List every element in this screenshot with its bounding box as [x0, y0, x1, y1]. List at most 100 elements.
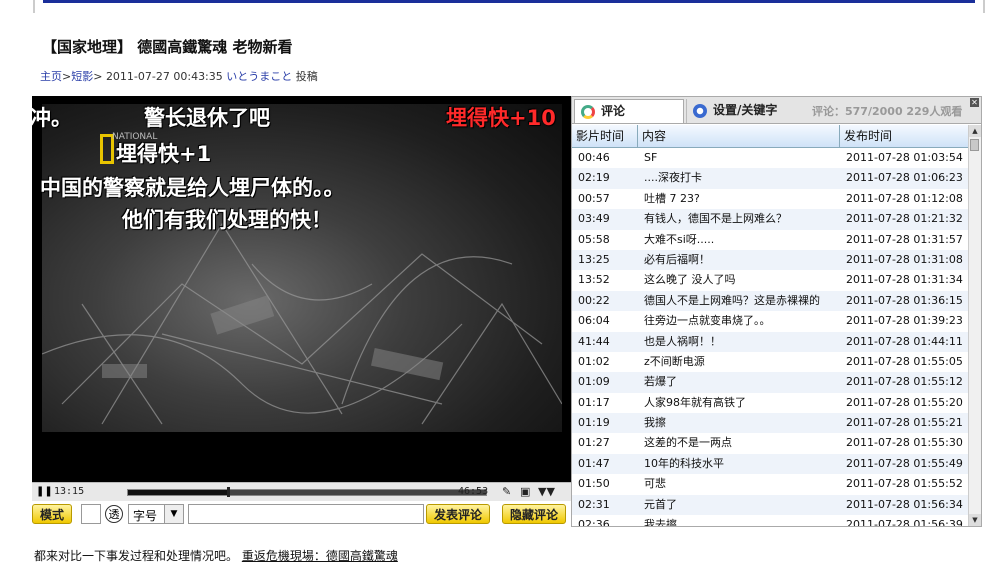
comment-row[interactable]: 00:46 SF 2011-07-28 01:03:54: [572, 148, 969, 168]
comment-row[interactable]: 05:58 大难不si呀..... 2011-07-28 01:31:57: [572, 230, 969, 250]
tab-settings-label: 设置/关键字: [713, 103, 778, 117]
comment-video-time: 00:57: [578, 191, 610, 205]
page-title: 【国家地理】 德國高鐵驚魂 老物新看: [42, 38, 293, 56]
author-link[interactable]: いとうまこと: [226, 70, 292, 83]
comment-content: SF: [644, 151, 658, 164]
transparency-toggle[interactable]: 透: [105, 505, 123, 523]
scroll-thumb[interactable]: [970, 139, 979, 151]
mode-button[interactable]: 模式: [32, 504, 73, 524]
comment-post-time: 2011-07-28 01:55:49: [846, 456, 963, 470]
comment-content: 也是人祸啊！！: [644, 334, 721, 348]
comment-content: 若爆了: [644, 375, 677, 389]
comment-post-time: 2011-07-28 01:31:57: [846, 232, 963, 246]
send-comment-button[interactable]: 发表评论: [426, 504, 491, 524]
comment-video-time: 01:27: [578, 436, 610, 450]
video-player[interactable]: NATIONAL 冲。 警长退休了吧 埋得快+10 埋得快+1 中国的警察就是给…: [32, 96, 572, 500]
comment-content: 必有后福啊！: [644, 252, 710, 266]
breadcrumb-category[interactable]: 短影: [71, 70, 93, 83]
tab-settings[interactable]: 设置/关键字: [686, 99, 804, 123]
comment-row[interactable]: 01:27 这差的不是一两点 2011-07-28 01:55:30: [572, 433, 969, 453]
volume-icon[interactable]: ▼▼: [538, 485, 555, 498]
comment-content: 可悲: [644, 477, 666, 491]
breadcrumb-home[interactable]: 主页: [40, 70, 62, 83]
comment-row[interactable]: 13:25 必有后福啊！ 2011-07-28 01:31:08: [572, 249, 969, 271]
font-size-select[interactable]: 字号 ▼: [128, 504, 184, 524]
tab-comments[interactable]: 评论: [574, 99, 684, 123]
comment-video-time: 05:58: [578, 232, 610, 246]
breadcrumb-separator: >: [93, 70, 103, 83]
hide-comments-button[interactable]: 隐藏评论: [502, 504, 567, 524]
comment-row[interactable]: 01:47 10年的科技水平 2011-07-28 01:55:49: [572, 453, 969, 475]
fullscreen-icon[interactable]: ▣: [520, 485, 530, 498]
comment-row[interactable]: 41:44 也是人祸啊！！ 2011-07-28 01:44:11: [572, 331, 969, 352]
comment-list: 00:46 SF 2011-07-28 01:03:54 02:19 ....深夜打卡 2…: [572, 148, 969, 527]
comment-video-time: 01:02: [578, 354, 610, 368]
comment-post-time: 2011-07-28 01:44:11: [846, 334, 963, 348]
comment-video-time: 01:19: [578, 416, 610, 430]
comment-text-input[interactable]: [188, 504, 424, 524]
comment-row[interactable]: 01:02 z不间断电源 2011-07-28 01:55:05: [572, 352, 969, 372]
comment-post-time: 2011-07-28 01:06:23: [846, 171, 963, 185]
comment-content: 我去擦: [644, 518, 677, 527]
chevron-down-icon[interactable]: ▼: [164, 505, 183, 523]
comment-row[interactable]: 02:19 ....深夜打卡 2011-07-28 01:06:23: [572, 168, 969, 189]
comment-content: 往旁边一点就变串烧了。。: [644, 314, 771, 328]
comment-scrollbar[interactable]: ▲ ▼: [968, 125, 981, 526]
post-time: 2011-07-27 00:43:35: [105, 70, 223, 83]
comment-post-time: 2011-07-28 01:55:52: [846, 477, 963, 491]
comment-content: ....深夜打卡: [644, 171, 702, 185]
seek-bar[interactable]: [127, 487, 487, 497]
comment-content: 元首了: [644, 497, 677, 511]
description-text: 都来对比一下事发过程和处理情况吧。: [34, 549, 242, 563]
comment-post-time: 2011-07-28 01:55:21: [846, 416, 963, 430]
comment-video-time: 13:25: [578, 252, 610, 266]
comment-row[interactable]: 01:50 可悲 2011-07-28 01:55:52: [572, 474, 969, 494]
seek-handle[interactable]: [227, 487, 231, 497]
related-link[interactable]: 重返危機現場：德國高鐵驚魂: [242, 549, 398, 563]
comment-row[interactable]: 13:52 这么晚了 没人了吗 2011-07-28 01:31:34: [572, 270, 969, 290]
close-icon[interactable]: ✕: [970, 98, 979, 107]
top-nav-strip: [33, 0, 985, 13]
column-header[interactable]: 影片时间: [572, 125, 638, 147]
comment-row[interactable]: 01:17 人家98年就有高铁了 2011-07-28 01:55:20: [572, 393, 969, 413]
comment-post-time: 2011-07-28 01:31:08: [846, 252, 963, 266]
font-size-label: 字号: [133, 509, 158, 523]
comment-video-time: 01:17: [578, 395, 610, 409]
comment-row[interactable]: 06:04 往旁边一点就变串烧了。。 2011-07-28 01:39:23: [572, 311, 969, 331]
comment-video-time: 03:49: [578, 212, 610, 226]
pause-icon[interactable]: ❚❚: [36, 486, 53, 497]
comment-row[interactable]: 00:57 吐槽 7 23? 2011-07-28 01:12:08: [572, 189, 969, 209]
column-header[interactable]: 内容: [638, 125, 840, 147]
comment-row[interactable]: 03:49 有钱人，德国不是上网难么？ 2011-07-28 01:21:32: [572, 209, 969, 230]
comment-stats: 评论：577/2000 229人观看: [812, 105, 963, 118]
comment-row[interactable]: 01:19 我擦 2011-07-28 01:55:21: [572, 413, 969, 434]
comment-post-time: 2011-07-28 01:55:05: [846, 354, 963, 368]
current-time: 13:15: [54, 486, 85, 497]
edit-icon[interactable]: ✎: [502, 485, 511, 498]
comment-post-time: 2011-07-28 01:39:23: [846, 314, 963, 328]
post-meta: 主页>短影> 2011-07-27 00:43:35 いとうまこと 投稿: [40, 68, 318, 84]
danmaku-comment: 警长退休了吧: [144, 106, 270, 130]
comment-panel: 评论 设置/关键字 评论：577/2000 229人观看 ✕ 影片时间 内容 发…: [571, 96, 982, 527]
comment-content: 有钱人，德国不是上网难么？: [644, 212, 787, 226]
comment-row[interactable]: 02:31 元首了 2011-07-28 01:56:34: [572, 494, 969, 516]
comment-video-time: 01:47: [578, 456, 610, 470]
gear-icon: [693, 103, 707, 118]
scroll-down-icon[interactable]: ▼: [969, 514, 981, 526]
comment-video-time: 01:09: [578, 375, 610, 389]
comment-row[interactable]: 02:36 我去擦 2011-07-28 01:56:39: [572, 515, 969, 527]
post-label: 投稿: [295, 70, 318, 83]
danmaku-comment: 埋得快+10: [446, 106, 556, 130]
comment-video-time: 00:22: [578, 293, 610, 307]
comment-post-time: 2011-07-28 01:21:32: [846, 212, 963, 226]
comment-content: 德国人不是上网难吗？这是赤裸裸的: [644, 293, 820, 307]
color-picker[interactable]: [81, 504, 101, 524]
scroll-up-icon[interactable]: ▲: [969, 125, 981, 137]
column-header[interactable]: 发布时间: [840, 125, 969, 147]
comment-content: 这差的不是一两点: [644, 436, 732, 450]
comment-content: 人家98年就有高铁了: [644, 395, 746, 409]
comment-row[interactable]: 00:22 德国人不是上网难吗？这是赤裸裸的 2011-07-28 01:36:15: [572, 290, 969, 312]
player-controls: ❚❚ 13:15 46:53 ✎ ▣ ▼▼: [32, 482, 572, 501]
comment-post-time: 2011-07-28 01:03:54: [846, 151, 963, 164]
comment-row[interactable]: 01:09 若爆了 2011-07-28 01:55:12: [572, 372, 969, 393]
